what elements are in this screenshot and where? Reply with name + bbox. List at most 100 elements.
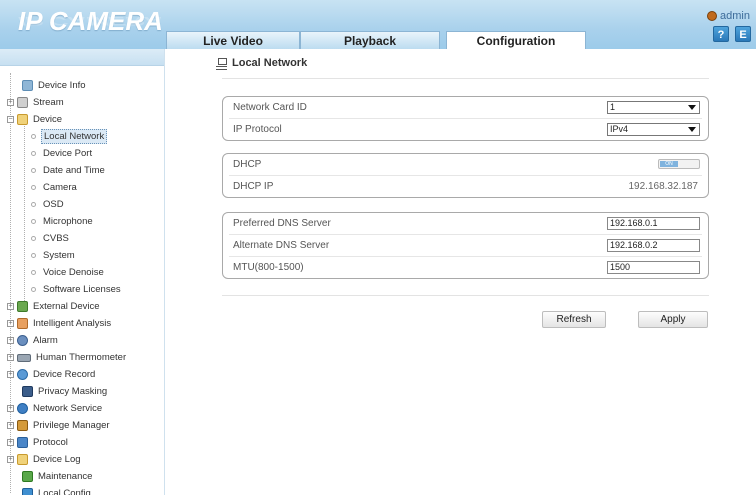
leaf-dot-icon: [31, 151, 36, 156]
dhcp-label: DHCP: [233, 159, 262, 170]
sidebar-item-device-port[interactable]: Device Port: [31, 145, 94, 162]
sidebar-item-network-service[interactable]: + Network Service: [7, 400, 104, 417]
folder-icon: [17, 114, 28, 125]
app-logo-reflection: IP CAMERA: [18, 14, 163, 29]
expand-icon[interactable]: +: [7, 422, 14, 429]
dhcp-row: DHCP ON: [223, 154, 708, 176]
expand-icon[interactable]: +: [7, 439, 14, 446]
preferred-dns-label: Preferred DNS Server: [233, 218, 331, 229]
refresh-button[interactable]: Refresh: [542, 311, 606, 328]
tab-live-video[interactable]: Live Video: [166, 31, 300, 49]
expand-icon[interactable]: +: [7, 337, 14, 344]
dhcp-toggle[interactable]: ON: [658, 159, 700, 169]
dropdown-arrow-icon: [688, 105, 696, 110]
stream-icon: [17, 97, 28, 108]
sidebar-item-maintenance[interactable]: Maintenance: [22, 468, 94, 485]
mtu-input[interactable]: 1500: [607, 261, 700, 274]
expand-icon[interactable]: +: [7, 354, 14, 361]
sidebar-tree: Device Info + Stream − Device Local Netw…: [0, 49, 165, 495]
leaf-dot-icon: [31, 253, 36, 258]
sidebar-item-device-info[interactable]: Device Info: [22, 77, 88, 94]
sidebar-item-local-config[interactable]: Local Config: [22, 485, 93, 495]
page-header: Local Network: [216, 57, 308, 70]
collapse-icon[interactable]: −: [7, 116, 14, 123]
sidebar-item-device-log[interactable]: + Device Log: [7, 451, 83, 468]
sidebar-item-protocol[interactable]: + Protocol: [7, 434, 70, 451]
ip-protocol-label: IP Protocol: [233, 124, 282, 135]
leaf-dot-icon: [31, 219, 36, 224]
sidebar-item-device[interactable]: − Device: [7, 111, 64, 128]
mtu-row: MTU(800-1500) 1500: [223, 257, 708, 279]
ip-protocol-row: IP Protocol IPv4: [223, 119, 708, 141]
sidebar-item-alarm[interactable]: + Alarm: [7, 332, 60, 349]
sidebar-item-date-and-time[interactable]: Date and Time: [31, 162, 107, 179]
sidebar-item-system[interactable]: System: [31, 247, 77, 264]
sidebar-item-privilege-manager[interactable]: + Privilege Manager: [7, 417, 112, 434]
privacy-mask-icon: [22, 386, 33, 397]
dropdown-arrow-icon: [688, 127, 696, 132]
sidebar-item-intelligent-analysis[interactable]: + Intelligent Analysis: [7, 315, 113, 332]
leaf-dot-icon: [31, 168, 36, 173]
dhcp-ip-label: DHCP IP: [233, 181, 274, 192]
sidebar-item-software-licenses[interactable]: Software Licenses: [31, 281, 123, 298]
page-title: Local Network: [232, 57, 308, 69]
expand-icon[interactable]: +: [7, 456, 14, 463]
expand-icon[interactable]: +: [7, 99, 14, 106]
expand-icon[interactable]: +: [7, 303, 14, 310]
sidebar-item-camera[interactable]: Camera: [31, 179, 79, 196]
network-service-icon: [17, 403, 28, 414]
leaf-dot-icon: [31, 185, 36, 190]
mtu-label: MTU(800-1500): [233, 262, 304, 273]
sidebar-item-privacy-masking[interactable]: Privacy Masking: [22, 383, 109, 400]
dhcp-ip-row: DHCP IP 192.168.32.187: [223, 176, 708, 198]
maintenance-icon: [22, 471, 33, 482]
alternate-dns-row: Alternate DNS Server 192.168.0.2: [223, 235, 708, 257]
expand-icon[interactable]: +: [7, 405, 14, 412]
alternate-dns-input[interactable]: 192.168.0.2: [607, 239, 700, 252]
ip-protocol-select[interactable]: IPv4: [607, 123, 700, 136]
leaf-dot-icon: [31, 134, 36, 139]
logout-button[interactable]: E: [735, 26, 751, 42]
help-button[interactable]: ?: [713, 26, 729, 42]
tab-playback[interactable]: Playback: [300, 31, 440, 49]
user-info[interactable]: admin: [707, 10, 750, 22]
sidebar-item-device-record[interactable]: + Device Record: [7, 366, 97, 383]
tab-configuration[interactable]: Configuration: [446, 31, 586, 50]
record-icon: [17, 369, 28, 380]
sidebar-item-local-network[interactable]: Local Network: [31, 128, 108, 145]
sidebar-item-voice-denoise[interactable]: Voice Denoise: [31, 264, 106, 281]
preferred-dns-input[interactable]: 192.168.0.1: [607, 217, 700, 230]
network-card-label: Network Card ID: [233, 102, 307, 113]
leaf-dot-icon: [31, 270, 36, 275]
app-header: IP CAMERA IP CAMERA admin ? E Live Video…: [0, 0, 756, 50]
sidebar-item-stream[interactable]: + Stream: [7, 94, 66, 111]
sidebar-item-osd[interactable]: OSD: [31, 196, 66, 213]
sidebar-header: [0, 49, 164, 66]
expand-icon[interactable]: +: [7, 371, 14, 378]
protocol-icon: [17, 437, 28, 448]
user-name: admin: [720, 10, 750, 22]
external-device-icon: [17, 301, 28, 312]
leaf-dot-icon: [31, 287, 36, 292]
local-config-icon: [22, 488, 33, 495]
alternate-dns-label: Alternate DNS Server: [233, 240, 330, 251]
network-card-group: Network Card ID 1 IP Protocol IPv4: [222, 96, 709, 141]
sidebar-item-microphone[interactable]: Microphone: [31, 213, 95, 230]
network-card-select[interactable]: 1: [607, 101, 700, 114]
analysis-icon: [17, 318, 28, 329]
divider: [222, 78, 709, 79]
expand-icon[interactable]: +: [7, 320, 14, 327]
leaf-dot-icon: [31, 202, 36, 207]
network-icon: [216, 57, 227, 70]
alarm-icon: [17, 335, 28, 346]
thermometer-icon: [17, 353, 31, 362]
log-icon: [17, 454, 28, 465]
apply-button[interactable]: Apply: [638, 311, 708, 328]
users-icon: [17, 420, 28, 431]
dhcp-ip-value: 192.168.32.187: [628, 181, 698, 192]
sidebar-item-cvbs[interactable]: CVBS: [31, 230, 71, 247]
sidebar-item-external-device[interactable]: + External Device: [7, 298, 102, 315]
dns-group: Preferred DNS Server 192.168.0.1 Alterna…: [222, 212, 709, 279]
sidebar-item-human-thermometer[interactable]: + Human Thermometer: [7, 349, 128, 366]
info-icon: [22, 80, 33, 91]
